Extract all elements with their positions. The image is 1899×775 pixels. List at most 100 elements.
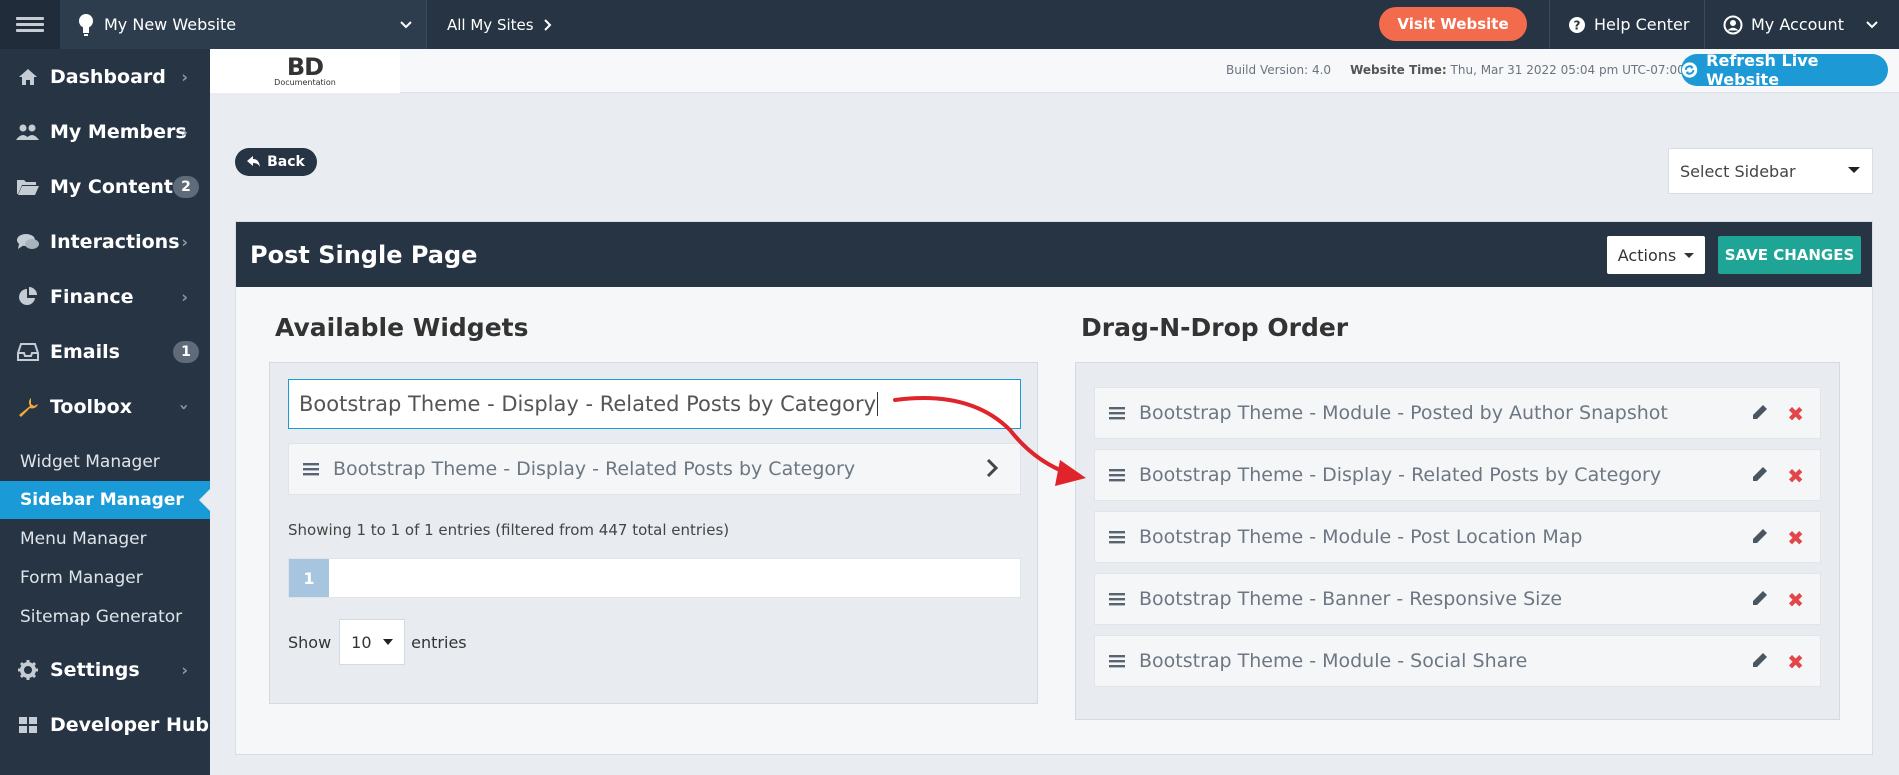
build-info: Build Version: 4.0 Website Time: Thu, Ma… [1226,63,1685,77]
chevron-right-icon: › [181,67,188,86]
build-value: 4.0 [1311,63,1332,77]
caret-down-icon [1684,252,1695,258]
select-sidebar-dropdown[interactable]: Select Sidebar [1668,148,1873,194]
select-sidebar-value: Select Sidebar [1680,161,1796,181]
sidebar-item-label: Dashboard [50,65,166,88]
inbox-icon [16,342,40,361]
all-sites-link[interactable]: All My Sites [426,0,572,49]
my-account-label: My Account [1751,15,1844,34]
sidebar-item-menu-manager[interactable]: Menu Manager [0,519,210,558]
chevron-right-icon: › [181,122,188,141]
sidebar-item-interactions[interactable]: Interactions › [0,214,210,269]
sidebar-item-finance[interactable]: Finance › [0,269,210,324]
refresh-live-website-button[interactable]: Refresh Live Website [1681,51,1888,89]
order-item-label: Bootstrap Theme - Display - Related Post… [1139,464,1662,486]
drag-handle-icon [303,463,319,476]
folder-icon [16,178,40,196]
show-label: Show [288,632,332,652]
sidebar-item-sidebar-manager[interactable]: Sidebar Manager [0,481,210,519]
panel-header: Post Single Page Actions SAVE CHANGES [236,222,1872,287]
sidebar-item-dashboard[interactable]: Dashboard › [0,49,210,104]
pencil-icon[interactable] [1752,466,1768,482]
text-cursor [877,392,879,416]
page-length-value: 10 [351,632,372,652]
sidebar-item-toolbox[interactable]: Toolbox › [0,379,210,434]
order-item-label: Bootstrap Theme - Module - Post Location… [1139,526,1583,548]
svg-text:?: ? [1574,18,1581,32]
chevron-down-icon [1866,20,1878,28]
drag-handle-icon[interactable] [1109,468,1125,482]
question-circle-icon: ? [1569,16,1585,33]
website-time-value: Thu, Mar 31 2022 05:04 pm UTC-07:00 [1450,63,1685,77]
order-item[interactable]: Bootstrap Theme - Module - Posted by Aut… [1094,387,1821,439]
pencil-icon[interactable] [1752,652,1768,668]
home-icon [16,68,40,86]
order-item-label: Bootstrap Theme - Module - Posted by Aut… [1139,402,1668,424]
sidebar-item-label: My Content [50,175,174,198]
toolbox-submenu: Widget Manager Sidebar Manager Menu Mana… [0,434,210,642]
sidebar-item-developer-hub[interactable]: Developer Hub [0,697,210,752]
visit-website-button[interactable]: Visit Website [1379,7,1527,41]
site-logo[interactable]: BD Documentation [210,49,400,93]
lightbulb-icon [79,13,93,36]
delete-x-icon[interactable]: ✖ [1787,464,1804,488]
reply-arrow-icon [247,156,261,167]
pencil-icon[interactable] [1752,528,1768,544]
chevron-down-icon: › [175,403,195,410]
sidebar-item-emails[interactable]: Emails 1 [0,324,210,379]
delete-x-icon[interactable]: ✖ [1787,526,1804,550]
caret-down-icon [1848,167,1860,173]
delete-x-icon[interactable]: ✖ [1787,650,1804,674]
sidebar-item-my-members[interactable]: My Members › [0,104,210,159]
pencil-icon[interactable] [1752,590,1768,606]
all-sites-label: All My Sites [447,15,534,34]
content-count-badge: 2 [173,175,199,198]
help-center-link[interactable]: ? Help Center [1549,0,1704,49]
order-item-label: Bootstrap Theme - Banner - Responsive Si… [1139,588,1563,610]
sidebar-item-my-content[interactable]: My Content 2 [0,159,210,214]
actions-dropdown-button[interactable]: Actions [1607,236,1705,274]
order-item[interactable]: Bootstrap Theme - Banner - Responsive Si… [1094,573,1821,625]
site-selector[interactable]: My New Website [60,0,426,49]
drag-handle-icon[interactable] [1109,654,1125,668]
annotation-arrow [893,396,1086,486]
drag-handle-icon[interactable] [1109,530,1125,544]
top-bar: My New Website All My Sites Visit Websit… [0,0,1899,49]
widget-result-label: Bootstrap Theme - Display - Related Post… [333,458,856,480]
site-name: My New Website [104,15,237,34]
drag-handle-icon[interactable] [1109,406,1125,420]
sidebar-item-label: My Members [50,120,187,143]
page-length-select[interactable]: 10 [339,619,406,665]
order-item[interactable]: Bootstrap Theme - Module - Post Location… [1094,511,1821,563]
my-account-menu[interactable]: My Account [1704,0,1899,49]
drag-n-drop-box: Bootstrap Theme - Module - Posted by Aut… [1075,362,1840,720]
sidebar-item-label: Interactions [50,230,180,253]
sidebar-item-form-manager[interactable]: Form Manager [0,558,210,597]
sidebar-item-sitemap-generator[interactable]: Sitemap Generator [0,597,210,636]
sidebar-item-label: Developer Hub [50,713,209,736]
order-item[interactable]: Bootstrap Theme - Module - Social Share … [1094,635,1821,687]
drag-handle-icon[interactable] [1109,592,1125,606]
drag-n-drop-order-title: Drag-N-Drop Order [1081,313,1349,342]
delete-x-icon[interactable]: ✖ [1787,402,1804,426]
order-item-label: Bootstrap Theme - Module - Social Share [1139,650,1528,672]
order-item[interactable]: Bootstrap Theme - Display - Related Post… [1094,449,1821,501]
pencil-icon[interactable] [1752,404,1768,420]
entries-label: entries [411,632,467,652]
entries-info: Showing 1 to 1 of 1 entries (filtered fr… [288,521,730,539]
sidebar-item-label: Toolbox [50,395,132,418]
caret-down-icon [383,639,394,645]
delete-x-icon[interactable]: ✖ [1787,588,1804,612]
back-button[interactable]: Back [235,148,317,176]
pagination: 1 [288,558,1021,598]
page-header: BD Documentation Build Version: 4.0 Webs… [210,49,1899,93]
save-changes-button[interactable]: SAVE CHANGES [1718,236,1861,274]
page-1-button[interactable]: 1 [289,559,329,597]
chevron-right-icon: › [181,232,188,251]
available-widgets-title: Available Widgets [275,313,529,342]
hamburger-menu-button[interactable] [0,0,60,49]
user-circle-icon [1723,15,1743,34]
help-center-label: Help Center [1594,15,1690,34]
sidebar-item-settings[interactable]: Settings › [0,642,210,697]
sidebar-item-widget-manager[interactable]: Widget Manager [0,442,210,481]
